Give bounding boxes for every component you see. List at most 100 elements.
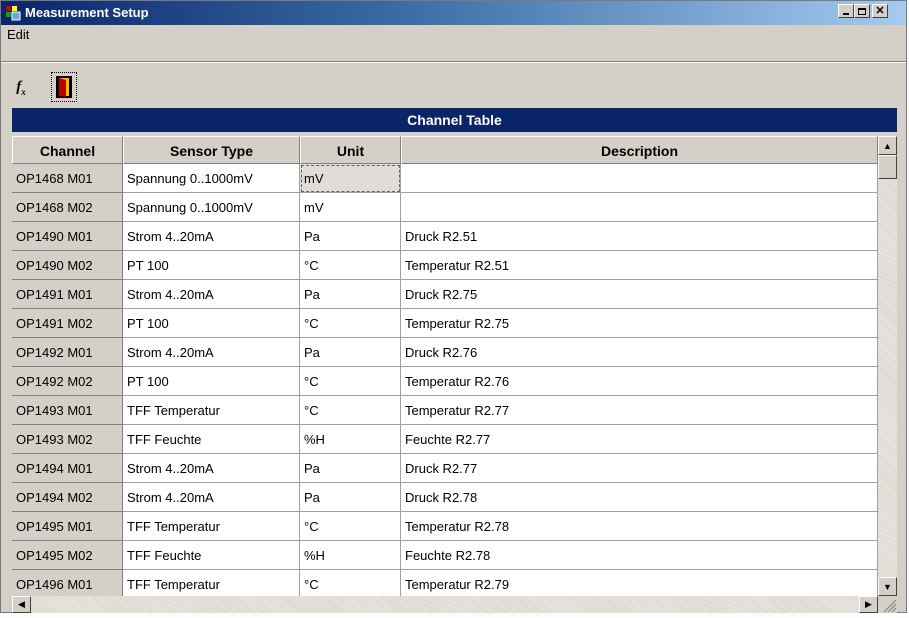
vertical-scrollbar[interactable]: ▲ ▼ — [878, 136, 897, 596]
cell-description[interactable]: Feuchte R2.77 — [401, 425, 878, 454]
cell-description[interactable]: Druck R2.77 — [401, 454, 878, 483]
cell-channel[interactable]: OP1492 M02 — [12, 367, 123, 396]
cell-description[interactable]: Druck R2.78 — [401, 483, 878, 512]
cell-sensor-type[interactable]: Strom 4..20mA — [123, 454, 300, 483]
cell-description[interactable]: Druck R2.75 — [401, 280, 878, 309]
column-header-channel[interactable]: Channel — [12, 136, 123, 164]
table-row[interactable]: OP1491 M02 PT 100 °C Temperatur R2.75 — [12, 309, 878, 338]
cell-unit[interactable]: Pa — [300, 483, 401, 512]
cell-description[interactable]: Druck R2.76 — [401, 338, 878, 367]
table-row[interactable]: OP1494 M02 Strom 4..20mA Pa Druck R2.78 — [12, 483, 878, 512]
scroll-thumb[interactable] — [878, 155, 897, 179]
horizontal-scrollbar[interactable]: ◀ ▶ — [12, 596, 878, 613]
cell-unit[interactable]: Pa — [300, 280, 401, 309]
table-row[interactable]: OP1468 M02 Spannung 0..1000mV mV — [12, 193, 878, 222]
up-arrow-icon: ▲ — [883, 140, 892, 151]
close-icon: ✕ — [875, 4, 885, 17]
scroll-left-button[interactable]: ◀ — [12, 596, 31, 613]
resize-grip[interactable] — [878, 596, 897, 613]
title-bar[interactable]: Measurement Setup ✕ — [1, 1, 906, 25]
cell-description[interactable]: Temperatur R2.78 — [401, 512, 878, 541]
cell-channel[interactable]: OP1491 M01 — [12, 280, 123, 309]
cell-unit[interactable]: °C — [300, 251, 401, 280]
cell-description[interactable]: Feuchte R2.78 — [401, 541, 878, 570]
cell-sensor-type[interactable]: PT 100 — [123, 309, 300, 338]
cell-description[interactable] — [401, 193, 878, 222]
table-row[interactable]: OP1468 M01 Spannung 0..1000mV mV — [12, 164, 878, 193]
cell-sensor-type[interactable]: Strom 4..20mA — [123, 483, 300, 512]
table-row[interactable]: OP1495 M01 TFF Temperatur °C Temperatur R2.… — [12, 512, 878, 541]
cell-sensor-type[interactable]: TFF Temperatur — [123, 396, 300, 425]
cell-unit[interactable]: %H — [300, 425, 401, 454]
cell-description[interactable] — [401, 164, 878, 193]
cell-channel[interactable]: OP1496 M01 — [12, 570, 123, 596]
table-row[interactable]: OP1494 M01 Strom 4..20mA Pa Druck R2.77 — [12, 454, 878, 483]
cell-sensor-type[interactable]: Strom 4..20mA — [123, 338, 300, 367]
cell-unit[interactable]: °C — [300, 367, 401, 396]
cell-channel[interactable]: OP1495 M01 — [12, 512, 123, 541]
cell-sensor-type[interactable]: PT 100 — [123, 251, 300, 280]
cell-sensor-type[interactable]: PT 100 — [123, 367, 300, 396]
minimize-icon — [843, 13, 849, 15]
close-button[interactable]: ✕ — [872, 4, 888, 18]
cell-channel[interactable]: OP1490 M01 — [12, 222, 123, 251]
table-row[interactable]: OP1496 M01 TFF Temperatur °C Temperatur R2.… — [12, 570, 878, 596]
scroll-down-button[interactable]: ▼ — [878, 577, 897, 596]
cell-sensor-type[interactable]: Strom 4..20mA — [123, 222, 300, 251]
scroll-right-button[interactable]: ▶ — [859, 596, 878, 613]
cell-description[interactable]: Temperatur R2.77 — [401, 396, 878, 425]
minimize-button[interactable] — [838, 4, 854, 18]
cell-channel[interactable]: OP1493 M01 — [12, 396, 123, 425]
column-header-unit[interactable]: Unit — [300, 136, 401, 164]
cell-channel[interactable]: OP1493 M02 — [12, 425, 123, 454]
cell-unit[interactable]: Pa — [300, 222, 401, 251]
table-row[interactable]: OP1490 M01 Strom 4..20mA Pa Druck R2.51 — [12, 222, 878, 251]
maximize-button[interactable] — [854, 4, 870, 18]
table-row[interactable]: OP1491 M01 Strom 4..20mA Pa Druck R2.75 — [12, 280, 878, 309]
cell-description[interactable]: Temperatur R2.76 — [401, 367, 878, 396]
cell-channel[interactable]: OP1492 M01 — [12, 338, 123, 367]
column-header-description[interactable]: Description — [401, 136, 878, 164]
exit-button[interactable] — [51, 72, 77, 102]
table-row[interactable]: OP1492 M01 Strom 4..20mA Pa Druck R2.76 — [12, 338, 878, 367]
table-row[interactable]: OP1492 M02 PT 100 °C Temperatur R2.76 — [12, 367, 878, 396]
cell-channel[interactable]: OP1490 M02 — [12, 251, 123, 280]
cell-sensor-type[interactable]: Spannung 0..1000mV — [123, 164, 300, 193]
cell-channel[interactable]: OP1468 M02 — [12, 193, 123, 222]
cell-channel[interactable]: OP1494 M02 — [12, 483, 123, 512]
table-row[interactable]: OP1493 M02 TFF Feuchte %H Feuchte R2.77 — [12, 425, 878, 454]
cell-sensor-type[interactable]: TFF Temperatur — [123, 570, 300, 596]
cell-unit[interactable]: %H — [300, 541, 401, 570]
function-button[interactable]: fx — [9, 76, 33, 100]
scroll-up-button[interactable]: ▲ — [878, 136, 897, 155]
cell-unit[interactable]: mV — [300, 164, 401, 193]
cell-channel[interactable]: OP1495 M02 — [12, 541, 123, 570]
cell-sensor-type[interactable]: TFF Temperatur — [123, 512, 300, 541]
menu-edit[interactable]: Edit — [7, 27, 29, 42]
table-row[interactable]: OP1493 M01 TFF Temperatur °C Temperatur R2.… — [12, 396, 878, 425]
cell-unit[interactable]: Pa — [300, 454, 401, 483]
cell-unit[interactable]: mV — [300, 193, 401, 222]
cell-unit[interactable]: °C — [300, 512, 401, 541]
cell-description[interactable]: Temperatur R2.51 — [401, 251, 878, 280]
cell-description[interactable]: Druck R2.51 — [401, 222, 878, 251]
column-header-sensor-type[interactable]: Sensor Type — [123, 136, 300, 164]
measurement-setup-window: Measurement Setup ✕ Edit fx Channel Tabl… — [0, 0, 907, 613]
cell-sensor-type[interactable]: Spannung 0..1000mV — [123, 193, 300, 222]
cell-description[interactable]: Temperatur R2.79 — [401, 570, 878, 596]
channel-table-title: Channel Table — [12, 108, 897, 132]
cell-description[interactable]: Temperatur R2.75 — [401, 309, 878, 338]
cell-channel[interactable]: OP1468 M01 — [12, 164, 123, 193]
cell-sensor-type[interactable]: Strom 4..20mA — [123, 280, 300, 309]
cell-channel[interactable]: OP1491 M02 — [12, 309, 123, 338]
cell-unit[interactable]: °C — [300, 309, 401, 338]
table-row[interactable]: OP1490 M02 PT 100 °C Temperatur R2.51 — [12, 251, 878, 280]
channel-table[interactable]: Channel Sensor Type Unit Description OP1… — [12, 136, 878, 596]
cell-sensor-type[interactable]: TFF Feuchte — [123, 425, 300, 454]
cell-sensor-type[interactable]: TFF Feuchte — [123, 541, 300, 570]
cell-unit[interactable]: Pa — [300, 338, 401, 367]
cell-unit[interactable]: °C — [300, 570, 401, 596]
cell-unit[interactable]: °C — [300, 396, 401, 425]
cell-channel[interactable]: OP1494 M01 — [12, 454, 123, 483]
table-row[interactable]: OP1495 M02 TFF Feuchte %H Feuchte R2.78 — [12, 541, 878, 570]
